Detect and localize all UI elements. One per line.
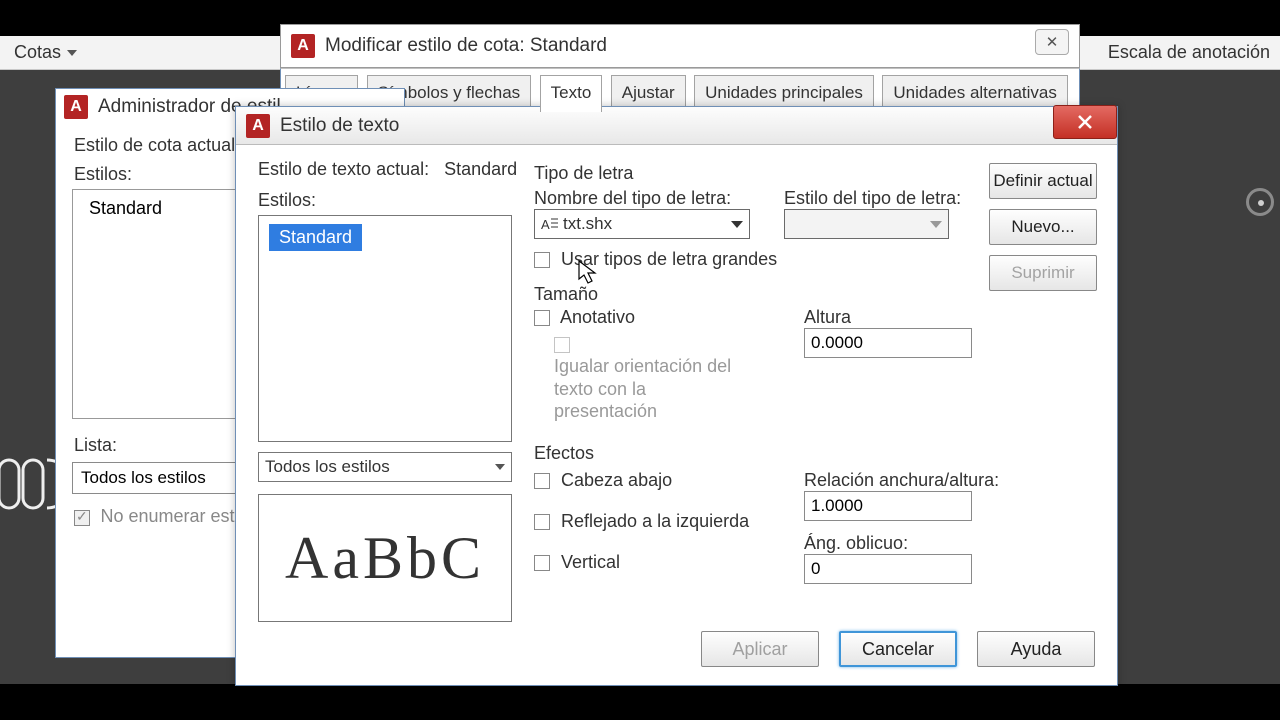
- close-button[interactable]: ✕: [1035, 29, 1069, 55]
- menu-cotas[interactable]: Cotas: [0, 36, 91, 69]
- upside-down-label: Cabeza abajo: [561, 470, 672, 490]
- help-button[interactable]: Ayuda: [977, 631, 1095, 667]
- backwards-checkbox[interactable]: [534, 514, 550, 530]
- tab-unidades-alternativas[interactable]: Unidades alternativas: [882, 75, 1067, 109]
- font-name-label: Nombre del tipo de letra:: [534, 188, 750, 209]
- app-icon: A: [64, 95, 88, 119]
- apply-button[interactable]: Aplicar: [701, 631, 819, 667]
- close-button[interactable]: [1053, 105, 1117, 139]
- effects-group-label: Efectos: [534, 443, 1094, 464]
- vertical-label: Vertical: [561, 552, 620, 572]
- use-big-fonts-label: Usar tipos de letra grandes: [561, 249, 777, 269]
- style-item-standard[interactable]: Standard: [269, 224, 362, 251]
- app-icon: A: [246, 114, 270, 138]
- height-input[interactable]: [804, 328, 972, 358]
- width-factor-label: Relación anchura/altura:: [804, 470, 999, 491]
- text-styles-listbox[interactable]: Standard: [258, 215, 512, 442]
- style-item-standard[interactable]: Standard: [89, 198, 162, 218]
- style-filter-dropdown[interactable]: Todos los estilos: [258, 452, 512, 482]
- app-icon: A: [291, 34, 315, 58]
- font-preview-text: AaBbC: [285, 524, 485, 593]
- style-filter-value: Todos los estilos: [265, 457, 390, 477]
- backwards-label: Reflejado a la izquierda: [561, 511, 749, 531]
- menu-cotas-label: Cotas: [14, 42, 61, 62]
- match-orientation-label: Igualar orientación del texto con la pre…: [554, 355, 744, 423]
- new-button[interactable]: Nuevo...: [989, 209, 1097, 245]
- tab-unidades-principales[interactable]: Unidades principales: [694, 75, 874, 109]
- dim-style-dialog-titlebar: A Modificar estilo de cota: Standard ✕: [280, 24, 1080, 68]
- width-factor-input[interactable]: [804, 491, 972, 521]
- svg-text:A: A: [541, 217, 550, 232]
- cancel-button[interactable]: Cancelar: [839, 631, 957, 667]
- annotative-label: Anotativo: [560, 307, 635, 327]
- chevron-down-icon: [930, 221, 942, 228]
- shx-font-icon: A: [541, 216, 559, 232]
- current-text-style-label: Estilo de texto actual:: [258, 159, 429, 179]
- height-label: Altura: [804, 307, 972, 328]
- close-icon: [1076, 113, 1094, 131]
- viewcube-handle[interactable]: [1246, 188, 1274, 216]
- annotative-checkbox[interactable]: [534, 310, 550, 326]
- oblique-angle-label: Áng. oblicuo:: [804, 533, 999, 554]
- chevron-down-icon: [495, 464, 505, 470]
- no-enumerate-checkbox[interactable]: ✓: [74, 510, 90, 526]
- current-text-style-value: Standard: [444, 159, 517, 179]
- list-filter-value: Todos los estilos: [81, 468, 206, 488]
- text-style-dialog: A Estilo de texto Estilo de texto actual…: [235, 106, 1118, 686]
- font-style-dropdown[interactable]: [784, 209, 949, 239]
- font-name-dropdown[interactable]: A txt.shx: [534, 209, 750, 239]
- set-current-button[interactable]: Definir actual: [989, 163, 1097, 199]
- font-name-value: txt.shx: [563, 214, 612, 234]
- match-orientation-checkbox: [554, 337, 570, 353]
- annotation-scale-label[interactable]: Escala de anotación: [1108, 42, 1270, 63]
- dim-style-dialog-title: Modificar estilo de cota: Standard: [325, 35, 607, 57]
- delete-button[interactable]: Suprimir: [989, 255, 1097, 291]
- text-style-title: Estilo de texto: [280, 115, 399, 137]
- oblique-angle-input[interactable]: [804, 554, 972, 584]
- tab-texto[interactable]: Texto: [540, 75, 603, 112]
- font-style-label: Estilo del tipo de letra:: [784, 188, 961, 209]
- vertical-checkbox[interactable]: [534, 555, 550, 571]
- upside-down-checkbox[interactable]: [534, 473, 550, 489]
- chevron-down-icon: [67, 50, 77, 56]
- use-big-fonts-checkbox[interactable]: [534, 252, 550, 268]
- font-preview: AaBbC: [258, 494, 512, 622]
- tab-ajustar[interactable]: Ajustar: [611, 75, 686, 109]
- text-style-titlebar[interactable]: A Estilo de texto: [236, 107, 1117, 145]
- chevron-down-icon: [731, 221, 743, 228]
- styles-label: Estilos:: [258, 190, 518, 211]
